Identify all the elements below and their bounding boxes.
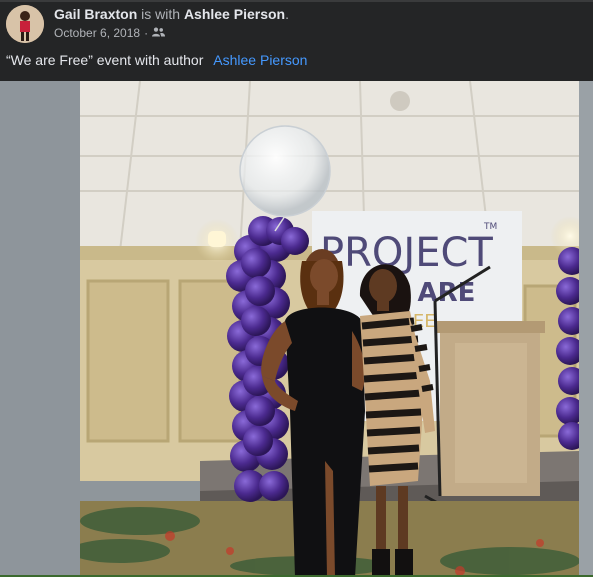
photo-left-margin xyxy=(0,81,80,577)
author-avatar[interactable] xyxy=(6,5,44,43)
banner-tm: TM xyxy=(483,222,497,232)
post-date-link[interactable]: October 6, 2018 xyxy=(54,26,140,40)
author-name-link[interactable]: Gail Braxton xyxy=(54,6,137,22)
caption-text: “We are Free” event with author xyxy=(6,52,204,68)
meta-separator: · xyxy=(144,26,149,40)
caption-mention-link[interactable]: Ashlee Pierson xyxy=(213,52,307,68)
tagged-person-link[interactable]: Ashlee Pierson xyxy=(184,6,285,22)
with-text: is with xyxy=(141,6,181,22)
post-header: Gail Braxton is with Ashlee Pierson. Oct… xyxy=(6,5,586,45)
friends-icon[interactable] xyxy=(152,26,166,40)
banner-line-1: PROJECT xyxy=(320,230,493,276)
post-caption: “We are Free” event with author Ashlee P… xyxy=(6,52,307,68)
top-divider xyxy=(0,0,593,2)
post-meta: October 6, 2018 · xyxy=(54,26,166,40)
photo-right-margin xyxy=(579,81,593,577)
post-photo[interactable]: PROJECT TM WE ARE FREE xyxy=(80,81,579,577)
photo-container: PROJECT TM WE ARE FREE xyxy=(0,81,593,577)
post-title: Gail Braxton is with Ashlee Pierson. xyxy=(54,6,289,22)
title-period: . xyxy=(285,6,289,22)
